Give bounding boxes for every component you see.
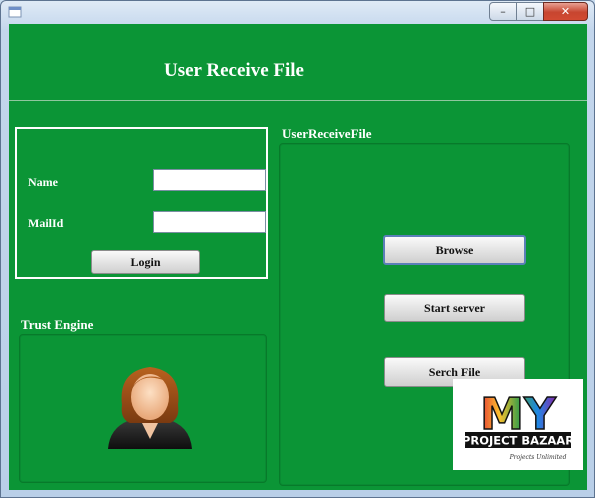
content-pane: User Receive File Name MailId Login Trus…: [9, 24, 587, 490]
login-button[interactable]: Login: [91, 250, 200, 274]
browse-button[interactable]: Browse: [383, 235, 526, 265]
page-title: User Receive File: [164, 60, 304, 81]
mailid-label: MailId: [28, 216, 64, 230]
minimize-button[interactable]: –: [489, 2, 517, 21]
user-receive-file-title: UserReceiveFile: [282, 126, 372, 141]
maximize-button[interactable]: □: [517, 2, 543, 21]
name-label: Name: [28, 175, 58, 189]
mailid-field[interactable]: [153, 211, 266, 233]
logo-project-bazaar-text: PROJECT BAZAAR: [462, 434, 574, 448]
app-window: – □ ✕ User Receive File Name MailId Logi…: [0, 0, 595, 498]
java-app-icon: [8, 6, 22, 18]
close-button[interactable]: ✕: [543, 2, 588, 21]
title-bar[interactable]: – □ ✕: [1, 1, 594, 23]
trust-engine-panel: [19, 334, 267, 483]
start-server-button[interactable]: Start server: [384, 294, 525, 322]
user-avatar-icon: [108, 367, 192, 449]
logo-tagline: Projects Unlimited: [509, 454, 567, 461]
login-panel: Name MailId Login: [15, 127, 268, 279]
project-bazaar-logo: MY PROJECT BAZAAR Projects Unlimited: [453, 379, 583, 470]
header-divider: [9, 100, 587, 101]
name-field[interactable]: [153, 169, 266, 191]
trust-engine-title: Trust Engine: [21, 317, 94, 332]
